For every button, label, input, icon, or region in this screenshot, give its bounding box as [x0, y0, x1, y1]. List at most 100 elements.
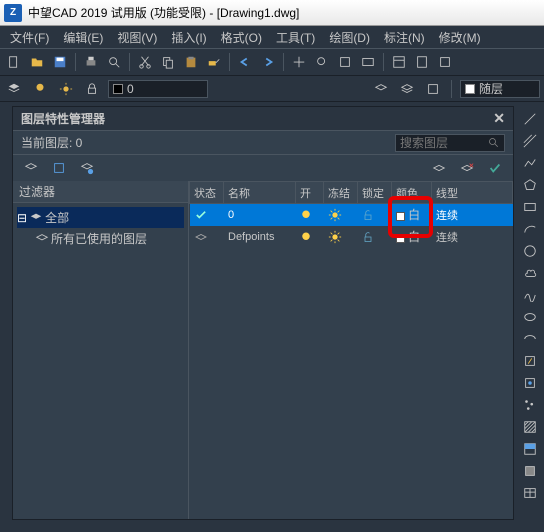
sun-icon[interactable]	[56, 79, 76, 99]
col-on[interactable]: 开	[296, 182, 324, 204]
del-layer-button[interactable]	[457, 158, 477, 178]
lpm-title-text: 图层特性管理器	[21, 110, 105, 127]
sun-icon[interactable]	[328, 208, 342, 222]
zoom-ext-button[interactable]	[335, 52, 355, 72]
rect-button[interactable]	[521, 198, 539, 216]
bulb-icon[interactable]	[30, 79, 50, 99]
table-row[interactable]: 0 白 连续	[190, 204, 513, 226]
table-row[interactable]: Defpoints 白 连续	[190, 226, 513, 248]
titlebar: Z 中望CAD 2019 试用版 (功能受限) - [Drawing1.dwg]	[0, 0, 544, 26]
lpm-titlebar[interactable]: 图层特性管理器 ✕	[13, 107, 513, 131]
state-button[interactable]	[77, 158, 97, 178]
menu-dim[interactable]: 标注(N)	[378, 27, 431, 48]
set-current-button[interactable]	[485, 158, 505, 178]
menubar: 文件(F) 编辑(E) 视图(V) 插入(I) 格式(O) 工具(T) 绘图(D…	[0, 26, 544, 48]
sun-icon[interactable]	[328, 230, 342, 244]
gradient-button[interactable]	[521, 440, 539, 458]
circle-button[interactable]	[521, 242, 539, 260]
cell-color: 白	[408, 230, 420, 244]
col-color[interactable]: 颜色	[392, 182, 432, 204]
lock-icon[interactable]	[82, 79, 102, 99]
zoom-button[interactable]	[312, 52, 332, 72]
open-button[interactable]	[27, 52, 47, 72]
new-layer-button[interactable]	[429, 158, 449, 178]
main-toolbar	[0, 48, 544, 76]
insert-button[interactable]	[521, 352, 539, 370]
current-layer-label: 当前图层: 0	[21, 134, 82, 151]
search-placeholder: 搜索图层	[400, 134, 484, 151]
bulb-on-icon[interactable]	[300, 209, 312, 221]
color-swatch	[465, 84, 475, 94]
tree-node-all[interactable]: ⊟ 全部	[17, 207, 184, 228]
props-button[interactable]	[389, 52, 409, 72]
point-button[interactable]	[521, 396, 539, 414]
new-group-button[interactable]	[49, 158, 69, 178]
pan-button[interactable]	[289, 52, 309, 72]
hatch-button[interactable]	[521, 418, 539, 436]
unlock-icon[interactable]	[362, 209, 374, 221]
layer-combo[interactable]: 0	[108, 80, 208, 98]
region-button[interactable]	[521, 462, 539, 480]
color-label: 随层	[479, 80, 503, 97]
color-combo[interactable]: 随层	[460, 80, 540, 98]
menu-draw[interactable]: 绘图(D)	[323, 27, 376, 48]
calc-button[interactable]	[412, 52, 432, 72]
col-state[interactable]: 状态	[190, 182, 224, 204]
zoom-win-button[interactable]	[358, 52, 378, 72]
filter-icon	[35, 232, 49, 246]
polygon-button[interactable]	[521, 176, 539, 194]
xline-button[interactable]	[521, 132, 539, 150]
new-button[interactable]	[4, 52, 24, 72]
preview-button[interactable]	[104, 52, 124, 72]
redo-button[interactable]	[258, 52, 278, 72]
undo-button[interactable]	[235, 52, 255, 72]
menu-file[interactable]: 文件(F)	[4, 27, 55, 48]
cut-button[interactable]	[135, 52, 155, 72]
paste-button[interactable]	[181, 52, 201, 72]
close-icon[interactable]: ✕	[493, 110, 505, 127]
layerstate1-button[interactable]	[371, 79, 391, 99]
col-freeze[interactable]: 冻结	[324, 182, 358, 204]
menu-view[interactable]: 视图(V)	[111, 27, 163, 48]
menu-edit[interactable]: 编辑(E)	[57, 27, 109, 48]
ellipsearc-button[interactable]	[521, 330, 539, 348]
print-button[interactable]	[81, 52, 101, 72]
color-swatch[interactable]	[396, 234, 405, 243]
pline-button[interactable]	[521, 154, 539, 172]
cell-name: Defpoints	[224, 226, 296, 248]
menu-insert[interactable]: 插入(I)	[165, 27, 212, 48]
save-button[interactable]	[50, 52, 70, 72]
new-filter-button[interactable]	[21, 158, 41, 178]
col-lock[interactable]: 锁定	[358, 182, 392, 204]
search-input[interactable]: 搜索图层	[395, 134, 505, 152]
layer-color-swatch	[113, 84, 123, 94]
layer-mgr-button[interactable]	[4, 79, 24, 99]
match-button[interactable]	[204, 52, 224, 72]
cell-name: 0	[224, 204, 296, 226]
table-button[interactable]	[521, 484, 539, 502]
revcloud-button[interactable]	[521, 264, 539, 282]
layerstate2-button[interactable]	[397, 79, 417, 99]
bulb-on-icon[interactable]	[300, 231, 312, 243]
menu-format[interactable]: 格式(O)	[215, 27, 268, 48]
menu-modify[interactable]: 修改(M)	[433, 27, 487, 48]
layer-name: 0	[127, 82, 134, 96]
block-button[interactable]	[435, 52, 455, 72]
menu-tool[interactable]: 工具(T)	[270, 27, 321, 48]
tree-node-used[interactable]: 所有已使用的图层	[17, 228, 184, 249]
layer-toolbar: 0 随层	[0, 76, 544, 102]
layerstate3-button[interactable]	[423, 79, 443, 99]
col-name[interactable]: 名称	[224, 182, 296, 204]
cell-color: 白	[408, 208, 420, 222]
spline-button[interactable]	[521, 286, 539, 304]
color-swatch[interactable]	[396, 212, 405, 221]
tree-all-label: 全部	[45, 209, 69, 226]
copy-button[interactable]	[158, 52, 178, 72]
arc-button[interactable]	[521, 220, 539, 238]
layer-properties-manager: 图层特性管理器 ✕ 当前图层: 0 搜索图层 过滤器 ⊟ 全部	[12, 106, 514, 520]
line-button[interactable]	[521, 110, 539, 128]
col-linetype[interactable]: 线型	[432, 182, 513, 204]
block-button[interactable]	[521, 374, 539, 392]
ellipse-button[interactable]	[521, 308, 539, 326]
unlock-icon[interactable]	[362, 231, 374, 243]
